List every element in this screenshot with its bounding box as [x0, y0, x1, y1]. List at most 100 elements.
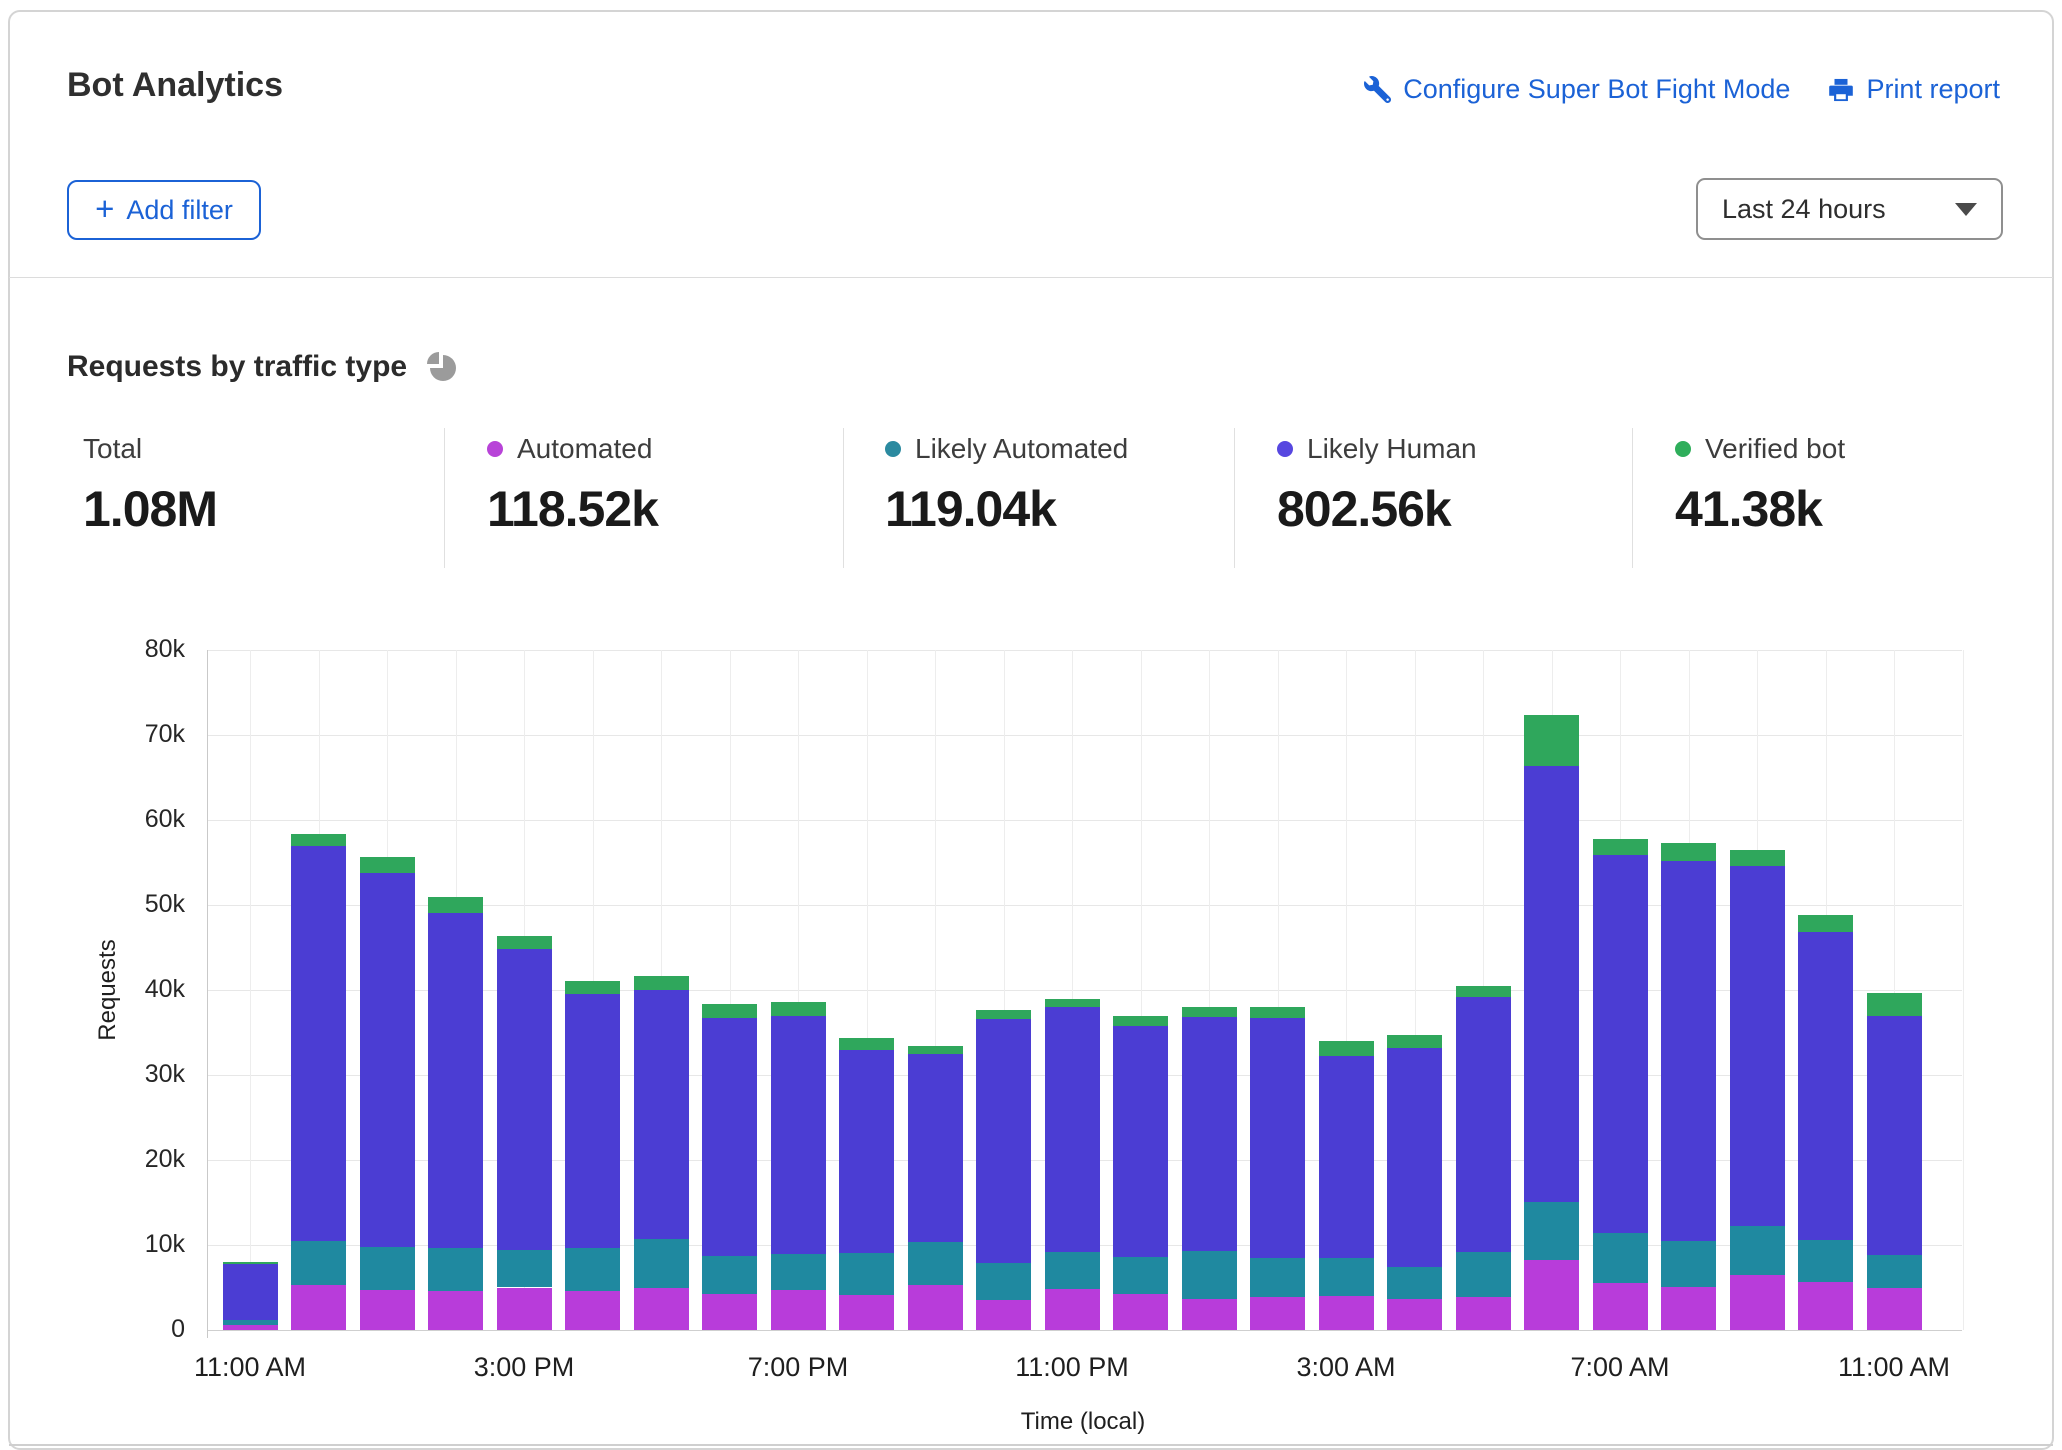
bar-segment-likely-human[interactable] [634, 990, 689, 1239]
bar-segment-likely-automated[interactable] [634, 1239, 689, 1288]
bar-segment-likely-human[interactable] [839, 1050, 894, 1252]
bar-segment-likely-human[interactable] [1456, 997, 1511, 1252]
bar-segment-likely-automated[interactable] [1867, 1255, 1922, 1288]
bar-segment-likely-automated[interactable] [1524, 1202, 1579, 1261]
bar-segment-likely-automated[interactable] [908, 1242, 963, 1285]
bar-segment-likely-human[interactable] [1524, 766, 1579, 1201]
bar-segment-likely-automated[interactable] [1387, 1267, 1442, 1298]
bar-segment-likely-human[interactable] [908, 1054, 963, 1242]
bar-segment-likely-automated[interactable] [1661, 1241, 1716, 1287]
bar-segment-likely-human[interactable] [1661, 861, 1716, 1241]
bar-segment-likely-human[interactable] [976, 1019, 1031, 1263]
bar-segment-likely-human[interactable] [1113, 1026, 1168, 1257]
bar-segment-likely-human[interactable] [1867, 1016, 1922, 1255]
bar-segment-verified-bot[interactable] [1730, 850, 1785, 866]
bar-segment-likely-automated[interactable] [360, 1247, 415, 1290]
bar-segment-likely-human[interactable] [1593, 855, 1648, 1233]
bar-segment-automated[interactable] [976, 1300, 1031, 1330]
bar-segment-likely-human[interactable] [497, 949, 552, 1250]
bar-segment-automated[interactable] [1456, 1297, 1511, 1330]
bar-segment-likely-automated[interactable] [1456, 1252, 1511, 1297]
bar-segment-likely-human[interactable] [428, 913, 483, 1249]
bar-segment-automated[interactable] [839, 1295, 894, 1330]
bar-segment-verified-bot[interactable] [1798, 915, 1853, 932]
bar-segment-verified-bot[interactable] [771, 1002, 826, 1016]
bar-segment-likely-automated[interactable] [1319, 1258, 1374, 1296]
bar-segment-likely-human[interactable] [1250, 1018, 1305, 1258]
bar-segment-likely-automated[interactable] [565, 1248, 620, 1291]
bar-segment-automated[interactable] [1593, 1283, 1648, 1330]
bar-segment-likely-automated[interactable] [976, 1263, 1031, 1300]
bar-segment-likely-automated[interactable] [1182, 1251, 1237, 1299]
bar-segment-verified-bot[interactable] [634, 976, 689, 990]
bar-segment-likely-human[interactable] [1730, 866, 1785, 1226]
bar-segment-likely-automated[interactable] [497, 1250, 552, 1287]
bar-segment-verified-bot[interactable] [497, 936, 552, 949]
bar-segment-likely-automated[interactable] [291, 1241, 346, 1285]
bar-segment-automated[interactable] [223, 1325, 278, 1330]
bar-segment-verified-bot[interactable] [360, 857, 415, 872]
bar-segment-likely-automated[interactable] [1250, 1258, 1305, 1297]
bar-segment-automated[interactable] [1250, 1297, 1305, 1330]
bar-segment-automated[interactable] [1730, 1275, 1785, 1330]
bar-segment-automated[interactable] [1661, 1287, 1716, 1330]
bar-segment-likely-automated[interactable] [1593, 1233, 1648, 1283]
bar-segment-verified-bot[interactable] [291, 834, 346, 847]
bar-segment-likely-human[interactable] [702, 1018, 757, 1256]
bar-segment-likely-automated[interactable] [223, 1320, 278, 1325]
bar-segment-verified-bot[interactable] [839, 1038, 894, 1051]
bar-segment-likely-human[interactable] [360, 873, 415, 1247]
bar-segment-verified-bot[interactable] [1867, 993, 1922, 1016]
bar-segment-likely-human[interactable] [291, 846, 346, 1240]
bar-segment-verified-bot[interactable] [1045, 999, 1100, 1008]
bar-segment-likely-human[interactable] [1798, 932, 1853, 1240]
bar-segment-likely-human[interactable] [1182, 1017, 1237, 1251]
bar-segment-automated[interactable] [1524, 1260, 1579, 1330]
bar-segment-likely-automated[interactable] [1045, 1252, 1100, 1289]
bar-segment-likely-automated[interactable] [1798, 1240, 1853, 1283]
bar-segment-automated[interactable] [565, 1291, 620, 1330]
bar-segment-automated[interactable] [1798, 1282, 1853, 1330]
bar-segment-verified-bot[interactable] [1113, 1016, 1168, 1026]
bar-segment-automated[interactable] [1113, 1294, 1168, 1330]
bar-segment-likely-human[interactable] [771, 1016, 826, 1254]
bar-segment-likely-automated[interactable] [428, 1248, 483, 1291]
bar-segment-automated[interactable] [1387, 1299, 1442, 1330]
bar-segment-verified-bot[interactable] [1387, 1035, 1442, 1048]
bar-segment-verified-bot[interactable] [908, 1046, 963, 1054]
bar-segment-automated[interactable] [1867, 1288, 1922, 1330]
bar-segment-automated[interactable] [360, 1290, 415, 1330]
bar-segment-verified-bot[interactable] [702, 1004, 757, 1018]
bar-segment-likely-human[interactable] [1319, 1056, 1374, 1257]
bar-segment-automated[interactable] [634, 1288, 689, 1330]
bar-segment-automated[interactable] [771, 1290, 826, 1330]
bar-segment-likely-automated[interactable] [771, 1254, 826, 1290]
bar-segment-automated[interactable] [908, 1285, 963, 1330]
bar-segment-verified-bot[interactable] [565, 981, 620, 995]
bar-segment-verified-bot[interactable] [1593, 839, 1648, 855]
bar-segment-verified-bot[interactable] [1456, 986, 1511, 997]
bar-segment-verified-bot[interactable] [223, 1262, 278, 1264]
bar-segment-verified-bot[interactable] [428, 897, 483, 912]
bar-segment-likely-human[interactable] [565, 994, 620, 1247]
bar-segment-likely-human[interactable] [1387, 1048, 1442, 1267]
bar-segment-likely-human[interactable] [223, 1264, 278, 1320]
bar-segment-automated[interactable] [497, 1288, 552, 1331]
bar-segment-automated[interactable] [1182, 1299, 1237, 1330]
bar-segment-likely-automated[interactable] [1730, 1226, 1785, 1274]
bar-segment-verified-bot[interactable] [1250, 1007, 1305, 1018]
bar-segment-verified-bot[interactable] [1661, 843, 1716, 861]
bar-segment-verified-bot[interactable] [976, 1010, 1031, 1019]
bar-segment-automated[interactable] [291, 1285, 346, 1330]
bar-segment-verified-bot[interactable] [1182, 1007, 1237, 1017]
bar-segment-likely-automated[interactable] [702, 1256, 757, 1294]
bar-segment-likely-automated[interactable] [839, 1253, 894, 1296]
bar-segment-likely-human[interactable] [1045, 1007, 1100, 1252]
bar-segment-likely-automated[interactable] [1113, 1257, 1168, 1294]
bar-segment-automated[interactable] [1045, 1289, 1100, 1330]
bar-segment-automated[interactable] [428, 1291, 483, 1330]
bar-segment-automated[interactable] [1319, 1296, 1374, 1330]
bar-segment-verified-bot[interactable] [1524, 715, 1579, 767]
bar-segment-verified-bot[interactable] [1319, 1041, 1374, 1056]
bar-segment-automated[interactable] [702, 1294, 757, 1330]
